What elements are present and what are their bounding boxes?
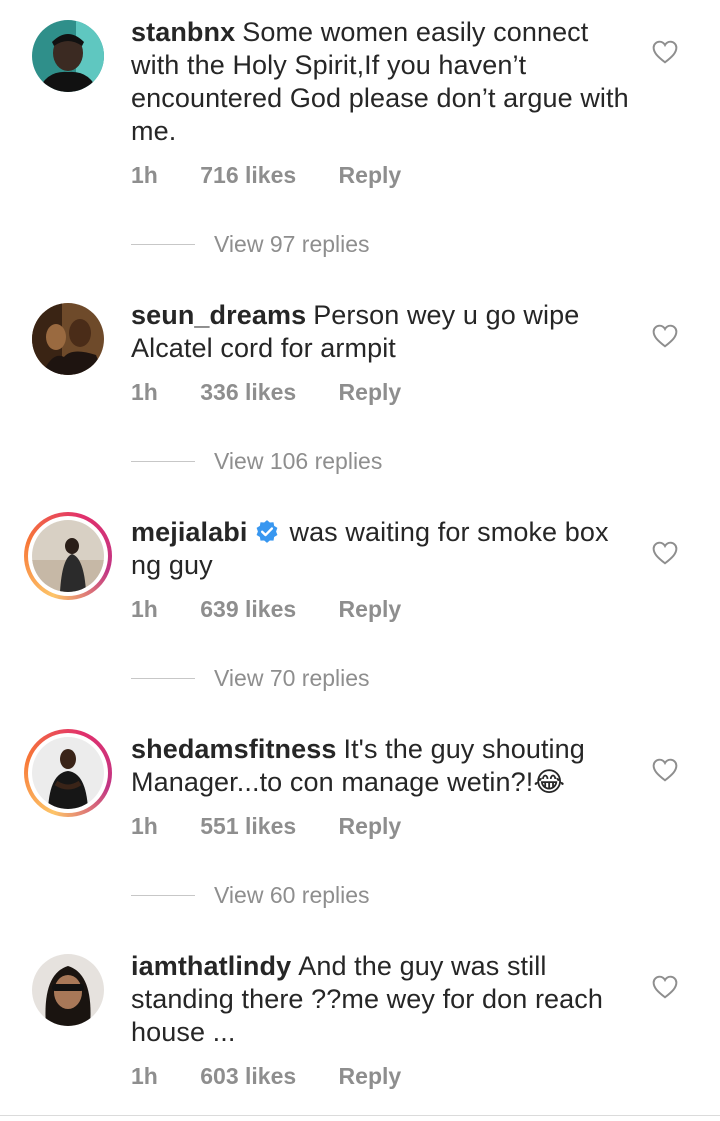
avatar[interactable]	[32, 954, 104, 1026]
comment-meta: 1h 336 likes Reply	[131, 379, 437, 406]
comment-text-block: stanbnx Some women easily connect with th…	[131, 16, 631, 148]
view-replies-label: View 60 replies	[214, 881, 370, 908]
comment-likes[interactable]: 639 likes	[200, 596, 296, 623]
view-replies-label: View 106 replies	[214, 447, 383, 474]
comment-time: 1h	[131, 596, 158, 622]
comment-time: 1h	[131, 1063, 158, 1089]
verified-badge-icon	[257, 520, 278, 543]
comment-time: 1h	[131, 162, 158, 188]
replies-divider	[131, 677, 195, 679]
avatar-story-ring[interactable]	[24, 729, 112, 817]
avatar-story-ring[interactable]	[24, 512, 112, 600]
comment-meta: 1h 639 likes Reply	[131, 596, 437, 623]
avatar[interactable]	[32, 303, 104, 375]
comment-text-block: mejialabi was waiting for smoke box ng gu…	[131, 516, 631, 582]
comment-likes[interactable]: 603 likes	[200, 1063, 296, 1090]
avatar[interactable]	[32, 20, 104, 92]
heart-outline-icon[interactable]	[652, 541, 678, 565]
comment-username[interactable]: seun_dreams	[131, 300, 306, 330]
comment-time: 1h	[131, 379, 158, 405]
avatar	[32, 520, 104, 592]
view-replies-label: View 97 replies	[214, 230, 370, 257]
reply-button[interactable]: Reply	[339, 162, 402, 189]
reply-button[interactable]: Reply	[339, 596, 402, 623]
comment-username[interactable]: iamthatlindy	[131, 951, 291, 981]
comment-text-block: shedamsfitness It's the guy shouting Mana…	[131, 733, 631, 799]
reply-button[interactable]: Reply	[339, 1063, 402, 1090]
reply-button[interactable]: Reply	[339, 379, 402, 406]
comment-likes[interactable]: 336 likes	[200, 379, 296, 406]
bottom-divider	[0, 1115, 720, 1116]
view-replies-label: View 70 replies	[214, 664, 370, 691]
comment-username[interactable]: mejialabi	[131, 517, 247, 547]
view-replies-button[interactable]: View 70 replies	[131, 663, 370, 693]
heart-outline-icon[interactable]	[652, 324, 678, 348]
replies-divider	[131, 243, 195, 245]
view-replies-button[interactable]: View 97 replies	[131, 229, 370, 259]
comment-likes[interactable]: 716 likes	[200, 162, 296, 189]
comment-username[interactable]: shedamsfitness	[131, 734, 336, 764]
reply-button[interactable]: Reply	[339, 813, 402, 840]
view-replies-button[interactable]: View 60 replies	[131, 880, 370, 910]
heart-outline-icon[interactable]	[652, 40, 678, 64]
comment-meta: 1h 551 likes Reply	[131, 813, 437, 840]
comment-text-block: iamthatlindy And the guy was still standi…	[131, 950, 631, 1049]
view-replies-button[interactable]: View 106 replies	[131, 446, 382, 476]
comment-meta: 1h 603 likes Reply	[131, 1063, 437, 1090]
replies-divider	[131, 894, 195, 896]
replies-divider	[131, 460, 195, 462]
comment-meta: 1h 716 likes Reply	[131, 162, 437, 189]
comment-text-block: seun_dreams Person wey u go wipe Alcatel …	[131, 299, 631, 365]
comment-time: 1h	[131, 813, 158, 839]
avatar	[32, 737, 104, 809]
comment-username[interactable]: stanbnx	[131, 17, 235, 47]
heart-outline-icon[interactable]	[652, 975, 678, 999]
heart-outline-icon[interactable]	[652, 758, 678, 782]
comment-likes[interactable]: 551 likes	[200, 813, 296, 840]
